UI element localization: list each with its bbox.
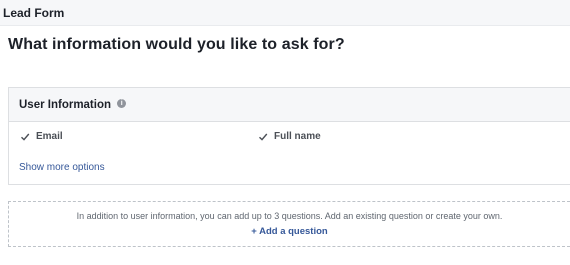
- custom-questions-area: In addition to user information, you can…: [8, 201, 570, 247]
- form-type-title: Lead Form: [3, 6, 65, 20]
- user-information-label: User Information: [19, 99, 112, 111]
- show-more-options-link[interactable]: Show more options: [19, 162, 105, 173]
- custom-questions-note: In addition to user information, you can…: [76, 211, 503, 221]
- add-question-link[interactable]: + Add a question: [9, 226, 570, 237]
- full-name-checkbox[interactable]: [258, 132, 268, 142]
- user-information-card: User Information i Email Full name Show …: [8, 87, 570, 185]
- checkmark-icon: [21, 133, 30, 141]
- info-icon[interactable]: i: [117, 99, 127, 109]
- full-name-label: Full name: [274, 131, 321, 142]
- user-information-header: User Information i: [9, 88, 570, 122]
- email-checkbox[interactable]: [20, 132, 30, 142]
- checkmark-icon: [259, 133, 268, 141]
- full-name-option[interactable]: Full name: [258, 131, 321, 142]
- top-bar: Lead Form: [0, 0, 570, 26]
- email-label: Email: [36, 131, 63, 142]
- user-information-title: User Information i: [19, 99, 127, 111]
- email-option[interactable]: Email: [20, 131, 63, 142]
- page-title: What information would you like to ask f…: [8, 36, 345, 53]
